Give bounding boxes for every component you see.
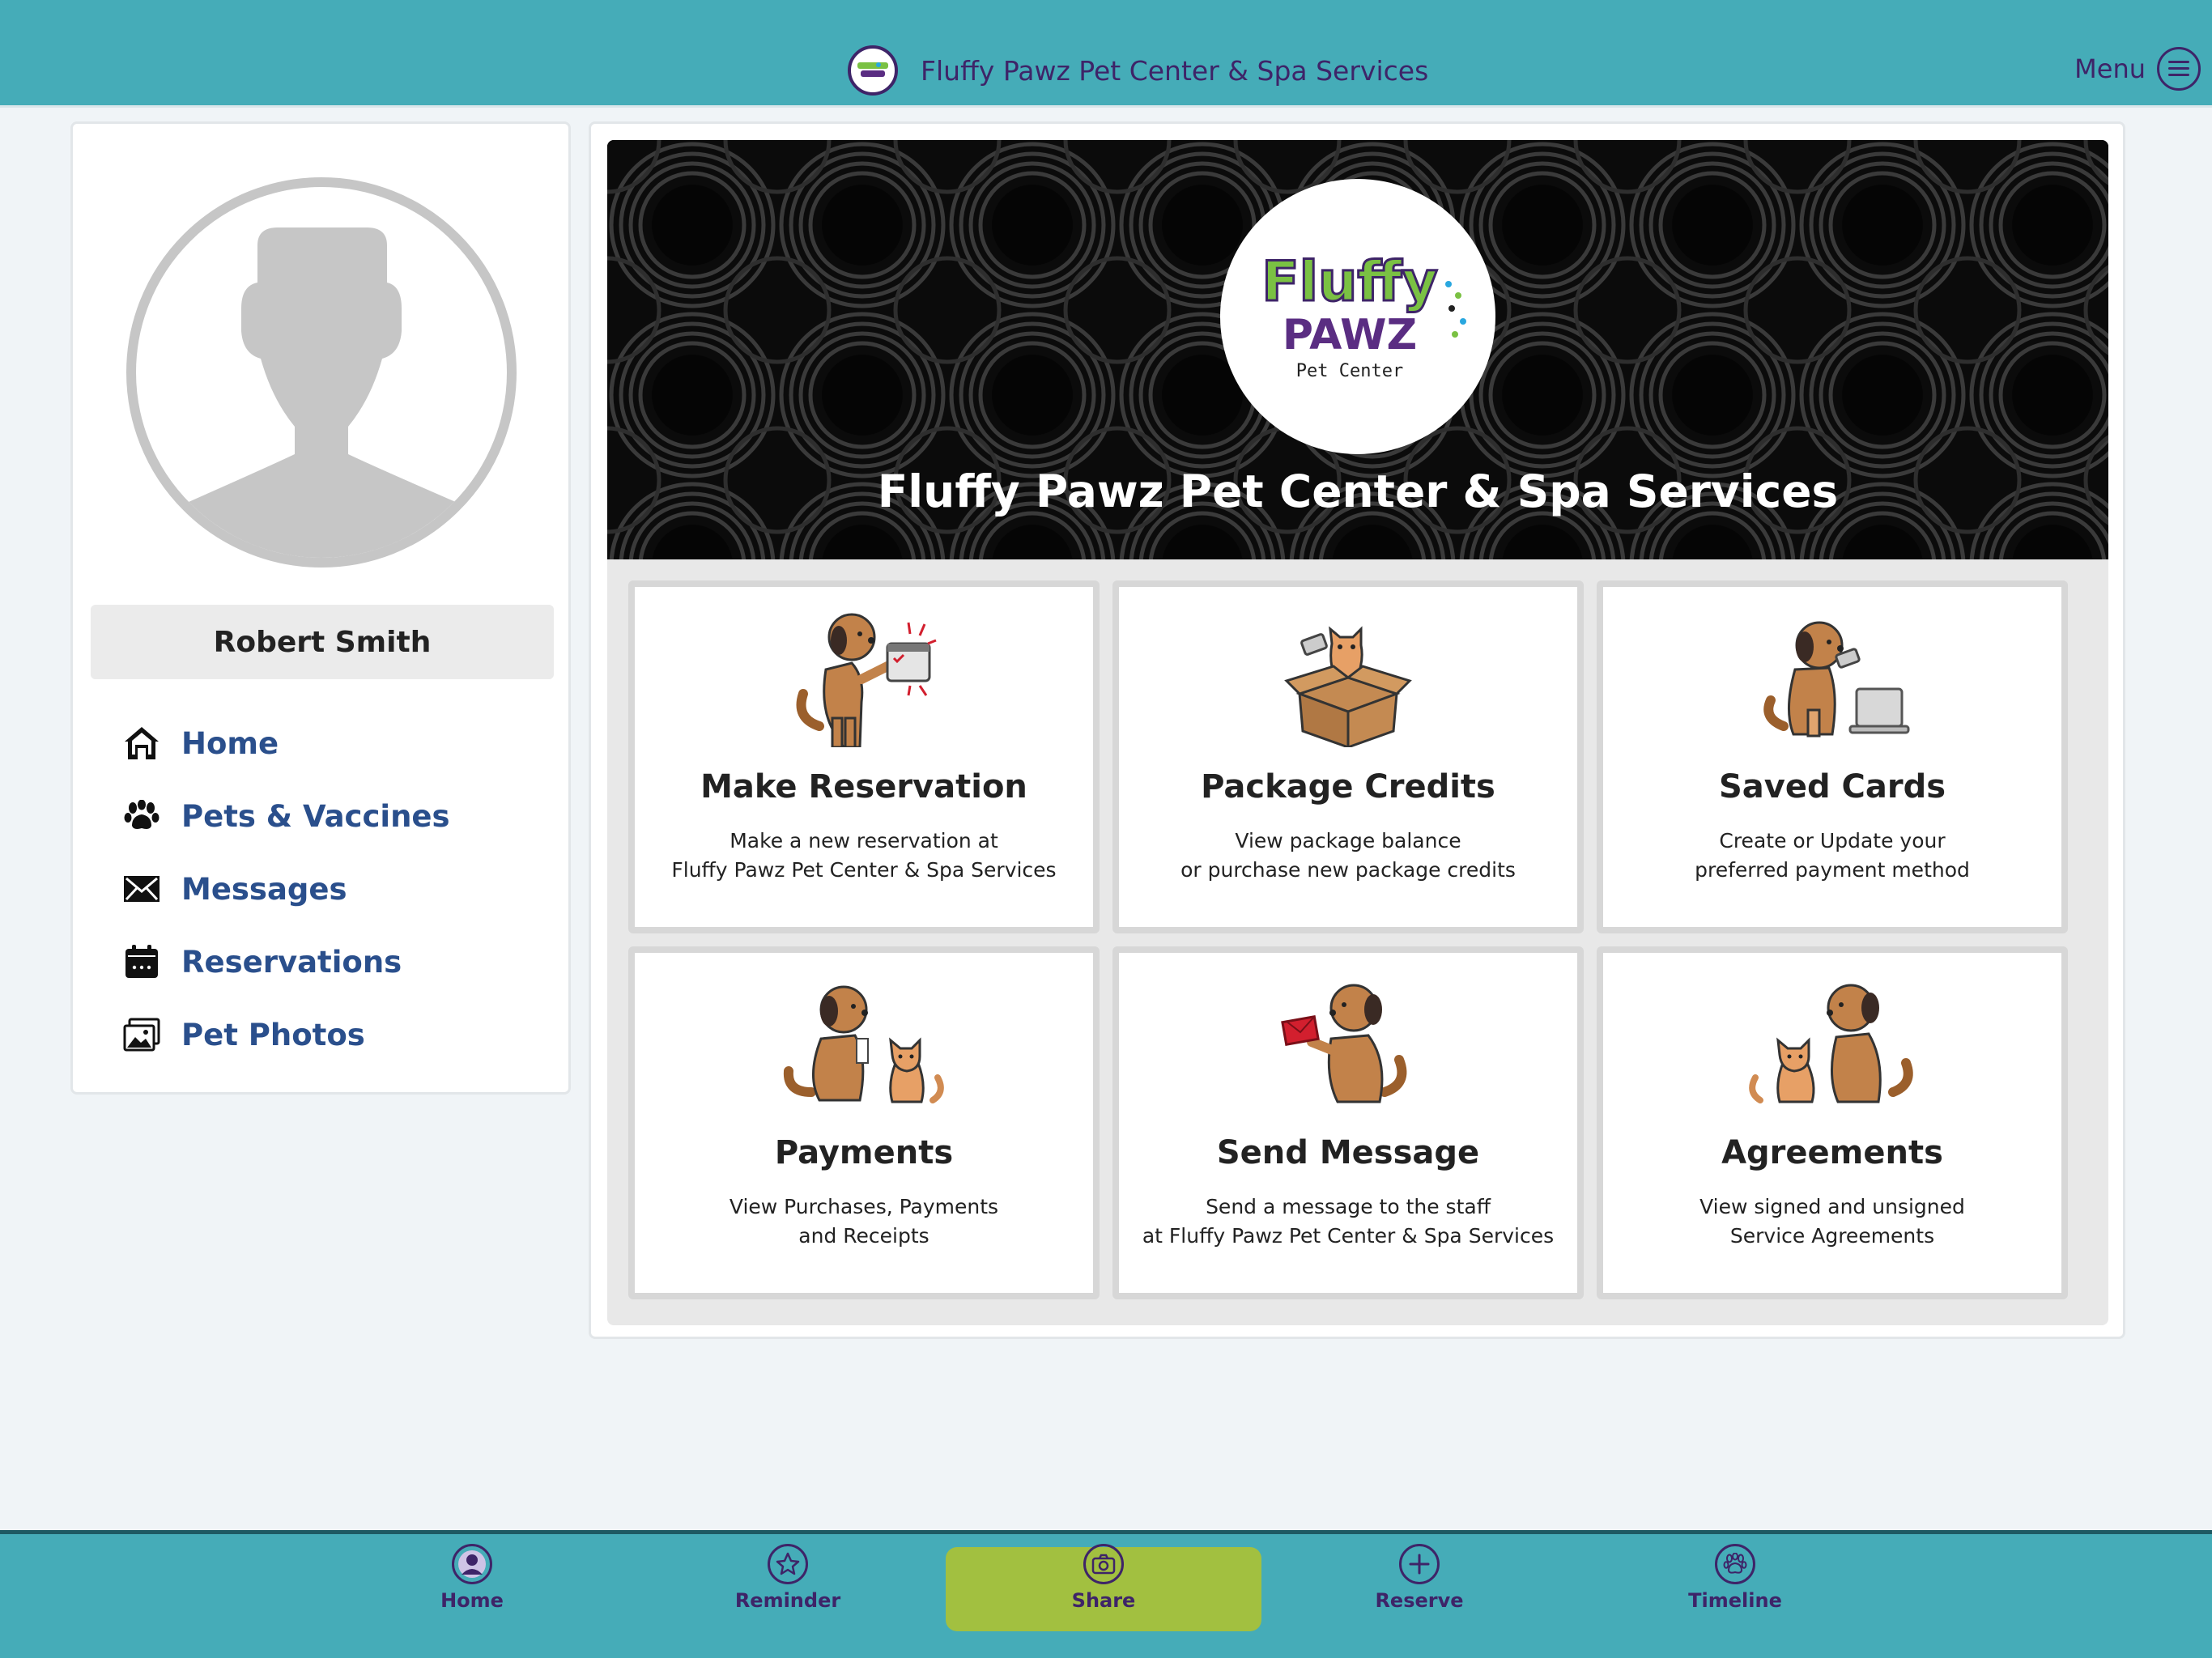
hero-banner: Fluffy PAWZ Pet Center Fluffy Pawz Pet C… <box>607 140 2108 559</box>
tile-title: Make Reservation <box>700 768 1027 806</box>
tile-description-line: Service Agreements <box>1729 1224 1935 1248</box>
tile-description: Make a new reservation at Fluffy Pawz Pe… <box>635 827 1093 885</box>
tile-description-line: or purchase new package credits <box>1180 858 1516 882</box>
tile-description: Create or Update your preferred payment … <box>1603 827 2061 885</box>
tile-title: Package Credits <box>1201 768 1495 806</box>
sidebar-item-label: Messages <box>181 871 347 907</box>
cat-and-dog-illustration <box>1603 971 2061 1113</box>
action-tiles: Make Reservation Make a new reservation … <box>607 559 2108 1325</box>
tile-description-line: preferred payment method <box>1695 858 1970 882</box>
tile-description-line: and Receipts <box>798 1224 929 1248</box>
top-bar: Fluffy Pawz Pet Center & Spa Services Me… <box>0 0 2212 108</box>
main-panel: Fluffy PAWZ Pet Center Fluffy Pawz Pet C… <box>589 121 2125 1339</box>
sidebar-item-reservations[interactable]: Reservations <box>121 925 450 998</box>
user-name-box: Robert Smith <box>91 605 554 679</box>
tile-description: View package balance or purchase new pac… <box>1119 827 1577 885</box>
calendar-icon <box>121 942 162 982</box>
tile-description-line: Create or Update your <box>1719 829 1946 852</box>
tab-timeline[interactable]: Timeline <box>1581 1544 1889 1625</box>
paw-icon <box>1715 1544 1755 1584</box>
tile-title: Agreements <box>1721 1134 1943 1171</box>
tile-payments[interactable]: Payments View Purchases, Payments and Re… <box>628 946 1100 1299</box>
tile-description-line: Make a new reservation at <box>730 829 998 852</box>
home-icon <box>121 723 162 763</box>
sidebar-item-label: Home <box>181 725 279 761</box>
header-brand[interactable]: Fluffy Pawz Pet Center & Spa Services <box>848 44 1428 97</box>
dog-envelope-illustration <box>1119 971 1577 1113</box>
user-circle-icon <box>452 1544 492 1584</box>
user-name: Robert Smith <box>213 625 432 659</box>
tile-description-line: Send a message to the staff <box>1206 1195 1491 1218</box>
sidebar-item-home[interactable]: Home <box>121 707 450 780</box>
hamburger-icon <box>2157 47 2201 91</box>
header-title: Fluffy Pawz Pet Center & Spa Services <box>921 54 1429 87</box>
tile-description: View signed and unsigned Service Agreeme… <box>1603 1192 2061 1251</box>
dog-laptop-illustration <box>1603 605 2061 747</box>
tile-description: Send a message to the staff at Fluffy Pa… <box>1119 1192 1577 1251</box>
banner-title: Fluffy Pawz Pet Center & Spa Services <box>877 466 1839 517</box>
tile-make-reservation[interactable]: Make Reservation Make a new reservation … <box>628 580 1100 933</box>
tab-home[interactable]: Home <box>318 1544 626 1625</box>
tile-description-line: View signed and unsigned <box>1699 1195 1965 1218</box>
tab-label: Home <box>440 1589 504 1612</box>
star-icon <box>768 1544 808 1584</box>
tab-label: Share <box>1071 1589 1136 1612</box>
tile-title: Send Message <box>1216 1134 1480 1171</box>
tab-label: Timeline <box>1688 1589 1782 1612</box>
menu-button[interactable]: Menu <box>2074 47 2201 91</box>
tile-description-line: View Purchases, Payments <box>729 1195 999 1218</box>
tile-description: View Purchases, Payments and Receipts <box>635 1192 1093 1251</box>
logo-word-fluffy: Fluffy <box>1261 250 1438 314</box>
tile-description-line: View package balance <box>1235 829 1461 852</box>
sidebar-item-label: Pets & Vaccines <box>181 798 450 834</box>
tile-saved-cards[interactable]: Saved Cards Create or Update your prefer… <box>1597 580 2068 933</box>
brand-logo <box>848 45 898 96</box>
photos-icon <box>121 1014 162 1055</box>
tab-reminder[interactable]: Reminder <box>634 1544 942 1625</box>
sidebar-item-label: Pet Photos <box>181 1017 365 1052</box>
sidebar: Robert Smith Home Pets & Vaccines Messag… <box>70 121 571 1095</box>
tile-description-line: at Fluffy Pawz Pet Center & Spa Services <box>1142 1224 1555 1248</box>
tile-package-credits[interactable]: Package Credits View package balance or … <box>1112 580 1584 933</box>
bottom-tab-bar: Home Reminder Share Reserve Timeline <box>0 1530 2212 1658</box>
envelope-icon <box>121 869 162 909</box>
sidebar-nav: Home Pets & Vaccines Messages Reservatio… <box>121 707 450 1071</box>
camera-icon <box>1083 1544 1124 1584</box>
tab-label: Reserve <box>1375 1589 1464 1612</box>
tile-send-message[interactable]: Send Message Send a message to the staff… <box>1112 946 1584 1299</box>
tab-reserve[interactable]: Reserve <box>1266 1544 1573 1625</box>
sidebar-item-label: Reservations <box>181 944 402 980</box>
logo-word-pawz: PAWZ <box>1283 311 1417 359</box>
cat-box-illustration <box>1119 605 1577 747</box>
tile-description-line: Fluffy Pawz Pet Center & Spa Services <box>671 858 1057 882</box>
sidebar-item-messages[interactable]: Messages <box>121 852 450 925</box>
tab-label: Reminder <box>734 1589 841 1612</box>
avatar[interactable] <box>126 177 517 568</box>
tile-title: Payments <box>774 1134 954 1171</box>
paw-icon <box>121 796 162 836</box>
dog-calendar-illustration <box>635 605 1093 747</box>
sidebar-item-pets-vaccines[interactable]: Pets & Vaccines <box>121 780 450 852</box>
tab-share[interactable]: Share <box>950 1544 1257 1625</box>
sidebar-item-pet-photos[interactable]: Pet Photos <box>121 998 450 1071</box>
banner-logo: Fluffy PAWZ Pet Center <box>1220 179 1495 454</box>
logo-word-pet-center: Pet Center <box>1296 361 1403 381</box>
dog-and-cat-receipt-illustration <box>635 971 1093 1113</box>
plus-icon <box>1399 1544 1440 1584</box>
tile-agreements[interactable]: Agreements View signed and unsigned Serv… <box>1597 946 2068 1299</box>
tile-title: Saved Cards <box>1718 768 1946 806</box>
menu-label: Menu <box>2074 53 2146 84</box>
